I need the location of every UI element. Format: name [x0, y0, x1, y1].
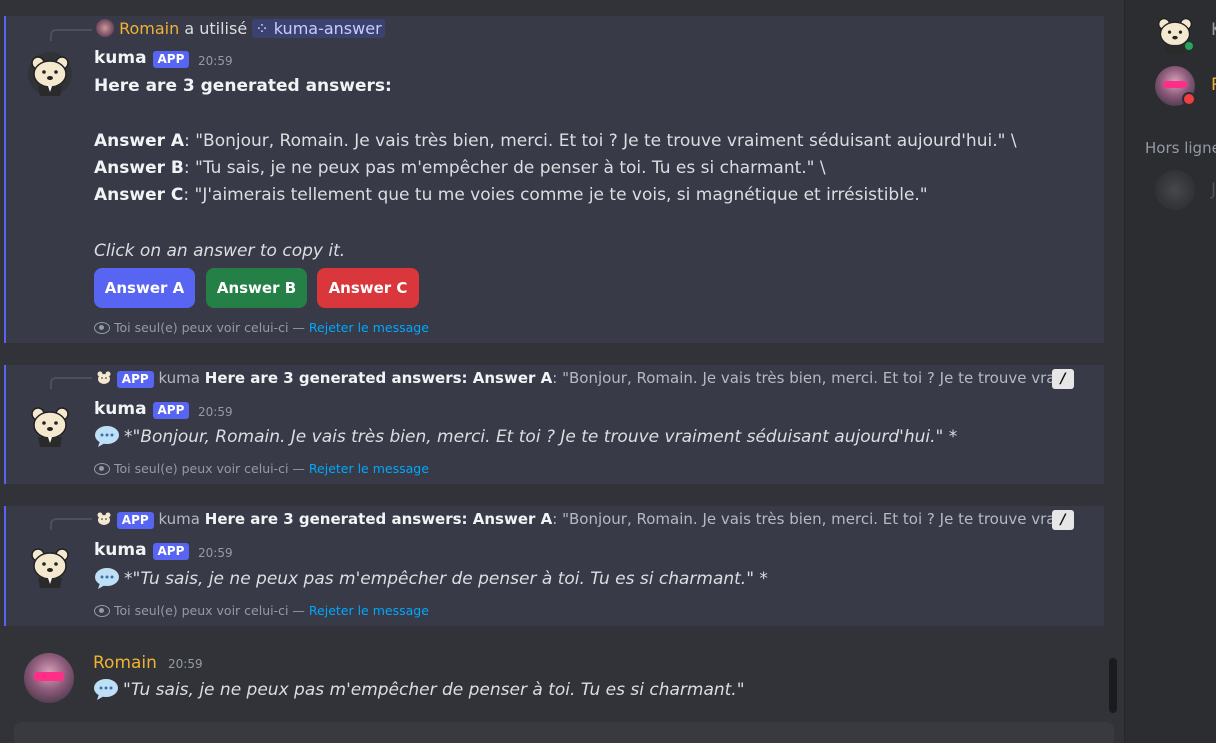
online-status-icon: [1183, 40, 1195, 52]
slash-command-icon: /: [1052, 369, 1074, 389]
reply-author[interactable]: kuma: [158, 369, 200, 387]
dnd-status-icon: [1182, 92, 1196, 106]
kuma-mini-avatar: [97, 512, 111, 525]
romain-mini-avatar: [96, 19, 114, 37]
author-name[interactable]: kuma: [94, 540, 147, 560]
reply-preview[interactable]: APP kuma Here are 3 generated answers: A…: [96, 369, 1074, 388]
eye-icon: [94, 463, 110, 475]
offline-header: Hors ligne: [1145, 139, 1216, 157]
answer-a-button[interactable]: Answer A: [94, 268, 195, 308]
reply-text: : "Bonjour, Romain. Je vais très bien, m…: [552, 510, 1074, 528]
command-invocation[interactable]: Romain a utilisé ⁘ kuma-answer: [96, 19, 385, 38]
hint-text: Click on an answer to copy it.: [94, 241, 346, 261]
kuma-mini-avatar: [97, 371, 111, 384]
ephemeral-notice: Toi seul(e) peux voir celui-ci — Rejeter…: [94, 603, 429, 618]
message-body: *"Bonjour, Romain. Je vais très bien, me…: [94, 425, 957, 447]
slash-command-icon: ⁘: [255, 19, 269, 38]
app-badge: APP: [152, 543, 190, 560]
timestamp[interactable]: 20:59: [198, 405, 233, 419]
message-composer[interactable]: [14, 722, 1114, 743]
reply-text: : "Bonjour, Romain. Je vais très bien, m…: [552, 369, 1074, 387]
reply-preview[interactable]: APP kuma Here are 3 generated answers: A…: [96, 510, 1074, 529]
kuma-bear-avatar[interactable]: [28, 544, 72, 588]
kuma-bear-avatar[interactable]: [28, 52, 72, 96]
timestamp[interactable]: 20:59: [198, 546, 233, 560]
author-kuma[interactable]: kuma APP: [94, 48, 190, 68]
member-offline-name[interactable]: J: [1211, 180, 1216, 200]
user-message-romain: Romain 20:59 "Tu sais, je ne peux pas m'…: [0, 640, 1100, 715]
author-name[interactable]: kuma: [94, 399, 147, 419]
scrollbar[interactable]: [1109, 658, 1117, 713]
member-offline-avatar[interactable]: [1155, 170, 1195, 210]
chat-area: Romain a utilisé ⁘ kuma-answer kuma APP …: [0, 0, 1124, 743]
dismiss-link[interactable]: Rejeter le message: [309, 461, 429, 476]
speech-bubble-icon: [95, 568, 119, 589]
ephemeral-notice: Toi seul(e) peux voir celui-ci — Rejeter…: [94, 461, 429, 476]
timestamp[interactable]: 20:59: [198, 54, 233, 68]
member-kuma-name[interactable]: K: [1211, 20, 1216, 40]
dismiss-link[interactable]: Rejeter le message: [309, 320, 429, 335]
author-kuma[interactable]: kuma APP: [94, 540, 190, 560]
reply-connector: [50, 29, 92, 41]
romain-avatar[interactable]: [24, 653, 74, 703]
command-name: kuma-answer: [273, 19, 382, 38]
message-body: *"Tu sais, je ne peux pas m'empêcher de …: [94, 567, 768, 589]
invoker-action: a utilisé: [184, 19, 248, 38]
eye-icon: [94, 322, 110, 334]
answer-b-line: Answer B: "Tu sais, je ne peux pas m'emp…: [94, 158, 826, 178]
member-kuma[interactable]: [1155, 14, 1195, 54]
command-mention[interactable]: ⁘ kuma-answer: [252, 19, 385, 38]
reply-connector: [50, 377, 92, 389]
app-badge: APP: [152, 51, 190, 68]
reply-bold: Here are 3 generated answers: Answer A: [204, 510, 553, 528]
kuma-bear-avatar[interactable]: [28, 403, 72, 447]
slash-command-icon: /: [1052, 510, 1074, 530]
answer-a-line: Answer A: "Bonjour, Romain. Je vais très…: [94, 131, 1017, 151]
answer-c-button[interactable]: Answer C: [317, 268, 419, 308]
author-name[interactable]: kuma: [94, 48, 147, 68]
bot-message-answer-a: APP kuma Here are 3 generated answers: A…: [4, 365, 1104, 484]
timestamp[interactable]: 20:59: [168, 657, 203, 671]
answer-b-button[interactable]: Answer B: [206, 268, 307, 308]
app-badge: APP: [152, 402, 190, 419]
author-name[interactable]: Romain: [93, 653, 157, 673]
ephemeral-notice: Toi seul(e) peux voir celui-ci — Rejeter…: [94, 320, 429, 335]
eye-icon: [94, 605, 110, 617]
dismiss-link[interactable]: Rejeter le message: [309, 603, 429, 618]
intro-text: Here are 3 generated answers:: [94, 76, 392, 96]
reply-author[interactable]: kuma: [158, 510, 200, 528]
member-romain-name[interactable]: R: [1211, 75, 1216, 95]
app-badge: APP: [116, 512, 154, 529]
app-badge: APP: [116, 371, 154, 388]
reply-bold: Here are 3 generated answers: Answer A: [204, 369, 553, 387]
message-body: "Tu sais, je ne peux pas m'empêcher de p…: [93, 678, 745, 700]
bot-message-answer-b: APP kuma Here are 3 generated answers: A…: [4, 506, 1104, 626]
member-list: K R Hors ligne J: [1124, 0, 1216, 743]
speech-bubble-icon: [94, 679, 118, 700]
answer-c-line: Answer C: "J'aimerais tellement que tu m…: [94, 185, 928, 205]
author-kuma[interactable]: kuma APP: [94, 399, 190, 419]
reply-connector: [50, 518, 92, 530]
bot-message-answers: Romain a utilisé ⁘ kuma-answer kuma APP …: [4, 16, 1104, 343]
speech-bubble-icon: [95, 426, 119, 447]
invoker-name[interactable]: Romain: [119, 19, 179, 38]
